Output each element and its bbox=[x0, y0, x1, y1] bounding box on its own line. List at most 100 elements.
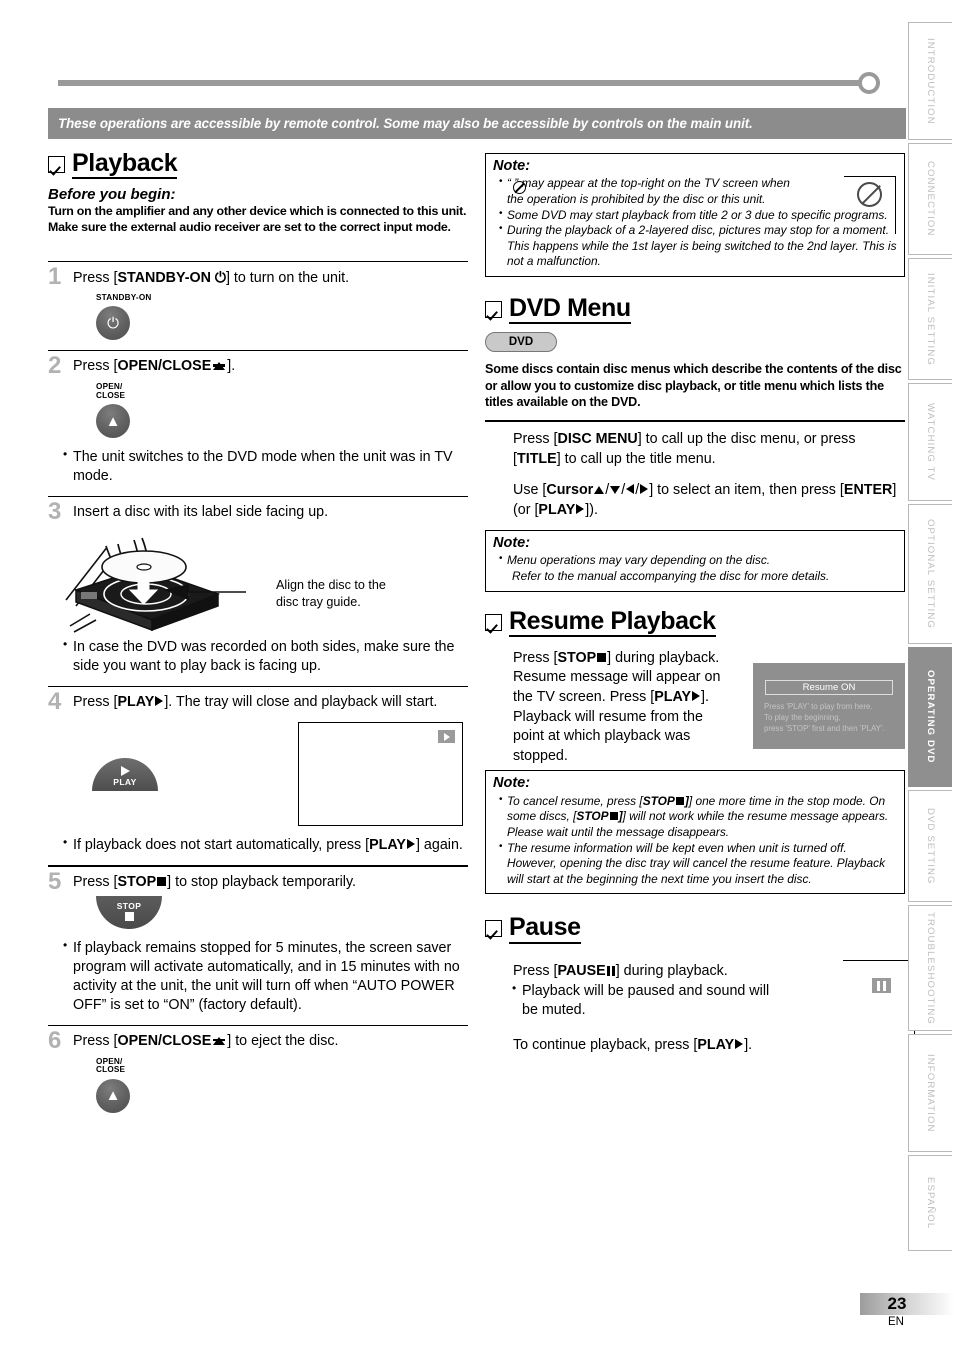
note-title: Note: bbox=[493, 158, 531, 174]
header-rule bbox=[58, 72, 886, 94]
pause-key: PAUSE bbox=[557, 962, 606, 979]
prohibited-icon bbox=[857, 182, 882, 207]
standby-on-button-graphic: STANDBY-ON ⏻ bbox=[96, 293, 468, 341]
pause-p2-pre: To continue playback, press [ bbox=[513, 1036, 698, 1053]
side-tab-watching-tv[interactable]: WATCHING TV bbox=[908, 383, 952, 501]
cursor-right-icon bbox=[640, 484, 649, 495]
stop-button-graphic: STOP bbox=[96, 895, 468, 929]
step-6-key: OPEN/CLOSE bbox=[117, 1032, 212, 1049]
stop-icon bbox=[124, 911, 134, 921]
note-list-resume: To cancel resume, press [STOP]] one more… bbox=[493, 793, 897, 888]
resume-p1-pre: Press [ bbox=[513, 649, 558, 666]
step-3-bullet-1: In case the DVD was recorded on both sid… bbox=[63, 637, 468, 676]
open-close-button-graphic: OPEN/ CLOSE ▲ bbox=[96, 382, 468, 439]
cursor-up-icon bbox=[594, 486, 605, 495]
play-key: PLAY bbox=[538, 501, 576, 518]
note-resume-item-1: To cancel resume, press [STOP]] one more… bbox=[499, 793, 897, 841]
stop-icon bbox=[597, 652, 607, 662]
pause-p2-post: ]. bbox=[744, 1036, 753, 1053]
dvd-menu-para-2: Use [Cursor / / /] to select an item, then … bbox=[513, 482, 897, 518]
side-tab-introduction[interactable]: INTRODUCTION bbox=[908, 22, 952, 140]
eject-icon: ▲ bbox=[96, 404, 130, 439]
section-heading-playback: Playback bbox=[48, 150, 468, 180]
step-5-bullet-1: If playback remains stopped for 5 minute… bbox=[63, 938, 468, 1015]
pause-para-2: To continue playback, press [PLAY]. bbox=[513, 1036, 785, 1055]
left-column: Playback Before you begin: Turn on the a… bbox=[48, 150, 468, 1113]
section-title-resume: Resume Playback bbox=[509, 607, 716, 637]
checkbox-checked-icon bbox=[48, 156, 65, 174]
section-title-pause: Pause bbox=[509, 914, 581, 944]
pause-bullet-1: Playback will be paused and sound will b… bbox=[512, 981, 785, 1020]
open-close-button-graphic-2: OPEN/ CLOSE ▲ bbox=[96, 1057, 468, 1113]
dvd-menu-procedure: Press [DISC MENU] to call up the disc me… bbox=[485, 420, 905, 520]
page-footer: 23 EN bbox=[860, 1293, 954, 1328]
step-5-text-pre: Press [ bbox=[73, 874, 118, 891]
side-tab-operating-dvd[interactable]: OPERATING DVD bbox=[908, 647, 952, 787]
stop-icon bbox=[157, 877, 167, 887]
side-tab-connection[interactable]: CONNECTION bbox=[908, 143, 952, 255]
pause-icon bbox=[606, 963, 615, 982]
page-number: 23 bbox=[887, 1294, 907, 1313]
disc-align-callout: Align the disc to the disc tray guide. bbox=[276, 577, 386, 610]
note-item-2: Some DVD may start playback from title 2… bbox=[499, 207, 897, 224]
side-tab-initial-setting[interactable]: INITIAL SETTING bbox=[908, 258, 952, 380]
play-icon bbox=[120, 765, 130, 776]
step-4-bullet-pre: If playback does not start automatically… bbox=[73, 837, 370, 854]
dvd-menu-p2-post: ]). bbox=[585, 501, 598, 518]
dvd-menu-para-1: Press [DISC MENU] to call up the disc me… bbox=[513, 430, 905, 469]
resume-screen-line1: Press 'PLAY' to play from here. bbox=[764, 701, 873, 711]
step-6-number: 6 bbox=[48, 1026, 62, 1054]
step-6-text-pre: Press [ bbox=[73, 1032, 118, 1049]
step-4-bullets: If playback does not start automatically… bbox=[48, 835, 468, 855]
step-2-key: OPEN/CLOSE bbox=[117, 358, 212, 375]
step-4-text-pre: Press [ bbox=[73, 694, 118, 711]
section-title-dvd-menu: DVD Menu bbox=[509, 295, 631, 325]
side-tab-dvd-setting[interactable]: DVD SETTING bbox=[908, 790, 952, 902]
side-tab-optional-setting[interactable]: OPTIONAL SETTING bbox=[908, 504, 952, 644]
side-tab-information[interactable]: INFORMATION bbox=[908, 1034, 952, 1152]
section-heading-pause: Pause bbox=[485, 914, 905, 944]
header-knob-icon bbox=[858, 72, 880, 94]
side-tab-troubleshooting[interactable]: TROUBLESHOOTING bbox=[908, 905, 952, 1031]
pause-p1-pre: Press [ bbox=[513, 962, 558, 979]
section-heading-resume: Resume Playback bbox=[485, 607, 905, 637]
step-5-text: Press [STOP] to stop playback temporaril… bbox=[73, 873, 468, 892]
eject-icon bbox=[213, 362, 226, 371]
step-6-text: Press [OPEN/CLOSE ] to eject the disc. bbox=[73, 1032, 468, 1051]
pause-callout-bracket bbox=[843, 960, 915, 1035]
page-banner-text: These operations are accessible by remot… bbox=[58, 116, 753, 131]
play-icon bbox=[692, 691, 701, 702]
note-list-dvd-menu: Menu operations may vary depending on th… bbox=[493, 552, 897, 584]
step-5-bullets: If playback remains stopped for 5 minute… bbox=[48, 938, 468, 1015]
step-5-text-post: ] to stop playback temporarily. bbox=[167, 874, 357, 891]
section-title: Playback bbox=[72, 150, 178, 180]
checkbox-checked-icon bbox=[485, 301, 502, 319]
step-6: 6 Press [OPEN/CLOSE] to eject the disc. … bbox=[48, 1024, 468, 1113]
power-icon: ⏻ bbox=[210, 269, 226, 285]
play-button-label: PLAY bbox=[113, 776, 137, 787]
side-tab-espanol[interactable]: ESPAÑOL bbox=[908, 1155, 952, 1251]
side-tab-espanol-label: ESPAÑOL bbox=[925, 1176, 936, 1230]
step-2-bullets: The unit switches to the DVD mode when t… bbox=[48, 447, 468, 486]
step-4-key: PLAY bbox=[117, 694, 155, 711]
play-key-3: PLAY bbox=[697, 1036, 735, 1053]
section-heading-dvd-menu: DVD Menu bbox=[485, 295, 905, 325]
note-item-3: During the playback of a 2-layered disc,… bbox=[499, 222, 897, 270]
dvd-menu-p1-post: ] to call up the title menu. bbox=[556, 450, 716, 467]
stop-key: STOP bbox=[557, 649, 597, 666]
step-6-text-post: ] to eject the disc. bbox=[227, 1032, 339, 1049]
step-2-text-pre: Press [ bbox=[73, 358, 118, 375]
note-resume-1a: To cancel resume, press [ bbox=[507, 793, 643, 808]
resume-p2-pre: Press [ bbox=[609, 689, 655, 706]
step-4-text-post: ]. The tray will close and playback will… bbox=[164, 694, 438, 711]
pause-bullets: Playback will be paused and sound will b… bbox=[512, 981, 785, 1020]
dvd-menu-intro: Some discs contain disc menus which desc… bbox=[485, 362, 902, 409]
note-item-1: “ ” may appear at the top-right on the T… bbox=[499, 175, 809, 207]
step-5: 5 Press [STOP] to stop playback temporar… bbox=[48, 865, 468, 1015]
language-code: EN bbox=[888, 1316, 904, 1328]
note-box-dvd-menu: Note: Menu operations may vary depending… bbox=[485, 530, 905, 592]
note-box-playback: Note: “ ” may appear at the top-right on… bbox=[485, 153, 905, 277]
note-dvd-line2: Refer to the manual accompanying the dis… bbox=[512, 569, 830, 584]
section-dvd-menu: DVD Menu DVD Some discs contain disc men… bbox=[485, 295, 905, 592]
play-icon bbox=[155, 696, 164, 707]
